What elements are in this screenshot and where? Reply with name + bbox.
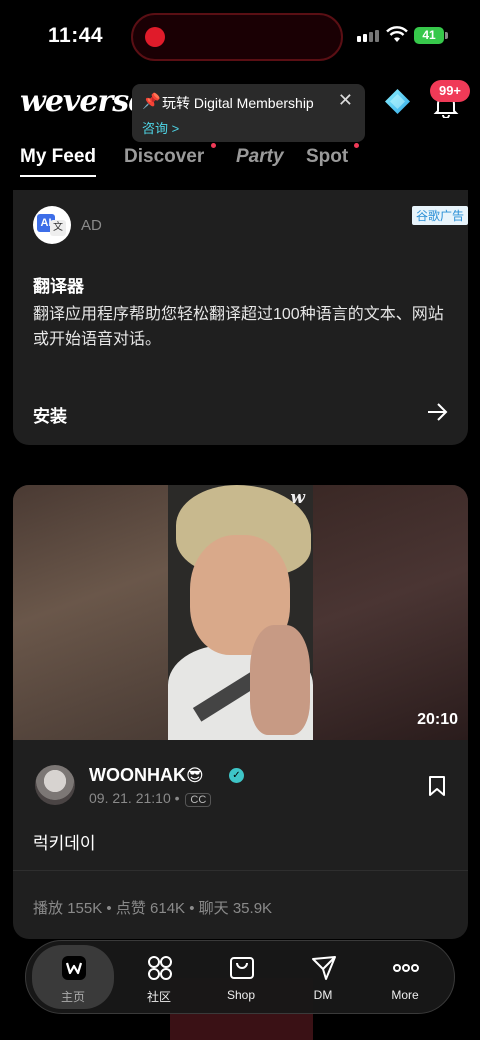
cellular-signal-icon <box>357 30 379 42</box>
nav-home[interactable]: 主页 <box>32 945 114 1009</box>
google-ad-tag[interactable]: 谷歌广告 <box>411 206 468 225</box>
verified-check-icon: ✓ <box>229 768 244 783</box>
tab-spot[interactable]: Spot <box>306 146 348 168</box>
ad-label: AD <box>81 217 102 234</box>
popup-consult-link[interactable]: 咨询 > <box>142 118 179 137</box>
ad-title: 翻译器 <box>33 277 84 296</box>
tab-discover[interactable]: Discover <box>124 146 204 168</box>
ad-description: 翻译应用程序帮助您轻松翻译超过100种语言的文本、网站或开始语音对话。 <box>33 306 444 348</box>
post-card[interactable]: w 20:10 WOONHAK😎 ✓ 09. 21. 21:10 • CC 럭키… <box>13 485 468 939</box>
post-text: 럭키데이 <box>33 834 96 853</box>
divider <box>13 870 468 871</box>
dynamic-island[interactable] <box>131 13 343 61</box>
nav-shop[interactable]: Shop <box>200 941 282 1015</box>
wifi-icon <box>386 26 408 42</box>
status-time: 11:44 <box>48 24 104 47</box>
more-dots-icon <box>393 964 419 972</box>
cc-badge: CC <box>185 793 212 807</box>
nav-more[interactable]: More <box>364 941 446 1015</box>
tab-discover-dot <box>211 143 216 148</box>
weverse-logo[interactable]: weverse <box>20 84 147 119</box>
weverse-watermark-icon: w <box>290 488 305 508</box>
membership-popup[interactable]: 📌 玩转 Digital Membership ✕ 咨询 > <box>132 84 365 142</box>
video-duration: 20:10 <box>417 711 458 728</box>
avatar[interactable] <box>35 765 75 805</box>
post-author[interactable]: WOONHAK😎 <box>89 765 204 786</box>
shopping-bag-icon <box>230 957 254 979</box>
post-date: 09. 21. 21:10 • CC <box>89 790 212 807</box>
recording-indicator-icon <box>145 27 165 47</box>
community-grid-icon <box>148 956 172 980</box>
notification-badge: 99+ <box>430 80 470 102</box>
post-stats: 播放 155K • 点赞 614K • 聊天 35.9K <box>33 900 273 917</box>
nav-dm[interactable]: DM <box>282 941 364 1015</box>
video-thumbnail[interactable]: w 20:10 <box>13 485 468 740</box>
bookmark-icon[interactable] <box>428 775 446 797</box>
video-blur-right <box>313 485 468 740</box>
bottom-nav: 主页 社区 Shop DM More <box>25 940 455 1014</box>
ad-install-button[interactable]: 安装 <box>33 402 67 427</box>
video-blur-left <box>13 485 168 740</box>
video-frame: w <box>168 485 313 740</box>
jelly-gem-icon[interactable] <box>384 88 411 115</box>
tab-my-feed[interactable]: My Feed <box>20 146 97 177</box>
translator-app-icon: AI 文 <box>33 206 71 244</box>
popup-text: 玩转 Digital Membership <box>162 95 314 111</box>
battery-icon: 41 <box>414 27 448 44</box>
weverse-home-icon <box>62 956 86 980</box>
pin-icon: 📌 <box>142 93 161 110</box>
arrow-right-icon[interactable] <box>426 402 448 422</box>
ad-card[interactable]: AI 文 AD 谷歌广告 翻译器 翻译应用程序帮助您轻松翻译超过100种语言的文… <box>13 190 468 445</box>
sunglasses-emoji: 😎 <box>186 766 204 785</box>
paper-plane-icon <box>312 956 336 980</box>
close-icon[interactable]: ✕ <box>338 90 353 111</box>
tab-party[interactable]: Party <box>236 146 284 168</box>
nav-community[interactable]: 社区 <box>118 941 200 1015</box>
status-bar: 11:44 41 <box>0 0 480 72</box>
tab-spot-dot <box>354 143 359 148</box>
